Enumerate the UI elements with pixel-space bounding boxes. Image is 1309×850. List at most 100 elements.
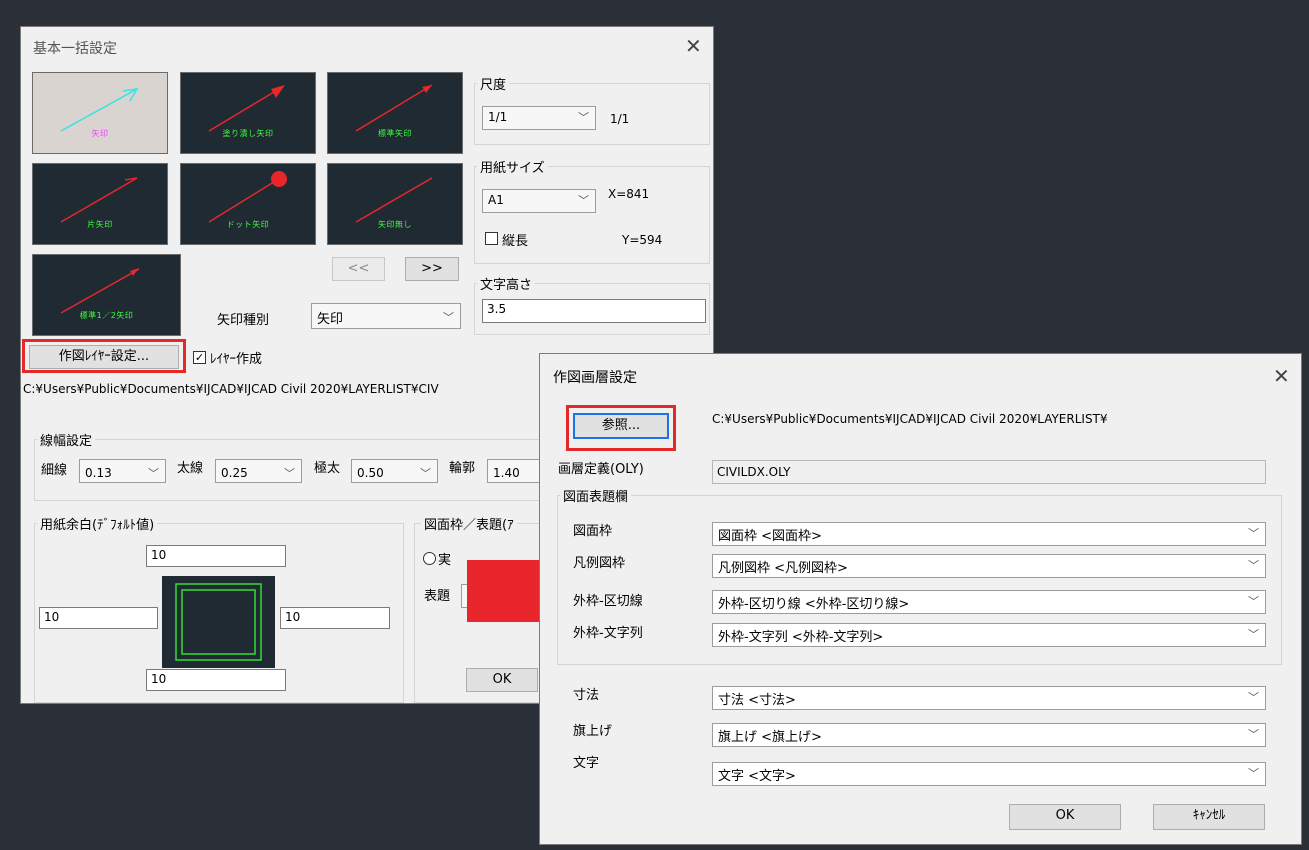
chevron-down-icon: ﹀	[1248, 559, 1259, 572]
arrow-type-select[interactable]: 矢印 ﹀	[311, 303, 461, 329]
arrow-thumb-label: ドット矢印	[226, 220, 270, 229]
scale-group-label: 尺度	[477, 74, 510, 93]
chevron-down-icon: ﹀	[284, 467, 295, 480]
close-icon[interactable]: ✕	[685, 36, 702, 56]
margin-left-input[interactable]: 10	[39, 607, 158, 629]
frame-preview-icon	[175, 583, 262, 661]
extra-thick-label: 極太	[314, 461, 341, 476]
paper-y-value: Y=594	[622, 233, 663, 247]
chevron-down-icon: ﹀	[443, 311, 454, 324]
margin-top-input[interactable]: 10	[146, 545, 286, 567]
frame-radio[interactable]	[423, 552, 436, 565]
browse-button[interactable]: 参照...	[573, 413, 669, 439]
no-arrow-icon	[355, 177, 433, 223]
select-value: A1	[488, 193, 504, 207]
chevron-down-icon: ﹀	[578, 111, 589, 124]
chevron-down-icon: ﹀	[1248, 767, 1259, 780]
row-label-outer-text: 外枠-文字列	[573, 626, 643, 641]
margin-right-input[interactable]: 10	[280, 607, 390, 629]
arrow-thumb-label: 塗り潰し矢印	[222, 129, 274, 138]
thick-line-label: 太線	[177, 461, 204, 476]
select-value: 矢印	[317, 312, 344, 327]
layer-create-checkbox[interactable]: ✓	[193, 351, 206, 364]
thick-line-select[interactable]: 0.25 ﹀	[215, 459, 302, 483]
paper-size-group-label: 用紙サイズ	[477, 157, 548, 176]
chevron-down-icon: ﹀	[148, 467, 159, 480]
chevron-down-icon: ﹀	[1248, 728, 1259, 741]
select-value: 0.13	[85, 466, 112, 480]
outline-label: 輪郭	[449, 461, 476, 476]
chevron-down-icon: ﹀	[420, 467, 431, 480]
arrow-thumb-label: 矢印	[91, 129, 109, 138]
outline-select[interactable]: 1.40	[487, 459, 547, 483]
paper-margin-preview	[162, 576, 275, 668]
layer-path-text: C:¥Users¥Public¥Documents¥IJCAD¥IJCAD Ci…	[23, 382, 439, 396]
ok-button[interactable]: OK	[1009, 804, 1121, 830]
select-value: 1/1	[488, 110, 508, 124]
select-value: 外枠-文字列 <外枠-文字列>	[718, 630, 884, 645]
arrow-thumb-standard-half[interactable]: 標準1／2矢印	[32, 254, 181, 336]
chevron-down-icon: ﹀	[1248, 595, 1259, 608]
arrow-thumb-none[interactable]: 矢印無し	[327, 163, 463, 245]
dimension-select[interactable]: 寸法 <寸法> ﹀	[712, 686, 1266, 710]
text-height-input[interactable]: 3.5	[482, 299, 706, 323]
row-label-text: 文字	[573, 756, 600, 771]
title-block-group-label: 図面表題欄	[560, 486, 632, 505]
select-value: 凡例図枠 <凡例図枠>	[718, 561, 848, 576]
paper-size-select[interactable]: A1 ﹀	[482, 189, 596, 213]
flag-select[interactable]: 旗上げ <旗上げ> ﹀	[712, 723, 1266, 747]
ok-button[interactable]: OK	[466, 668, 538, 692]
line-width-group-label: 線幅設定	[37, 430, 96, 449]
outer-divider-select[interactable]: 外枠-区切り線 <外枠-区切り線> ﹀	[712, 590, 1266, 614]
input-value: 10	[44, 610, 60, 624]
layer-dialog: 作図画層設定 ✕ 参照... C:¥Users¥Public¥Documents…	[539, 353, 1302, 845]
select-value: 文字 <文字>	[718, 769, 796, 784]
row-label-dimension: 寸法	[573, 688, 600, 703]
drawing-frame-select[interactable]: 図面枠 <図面枠> ﹀	[712, 522, 1266, 546]
arrow-thumb-standard[interactable]: 標準矢印	[327, 72, 463, 154]
cancel-button[interactable]: ｷｬﾝｾﾙ	[1153, 804, 1265, 830]
margin-bottom-input[interactable]: 10	[146, 669, 286, 691]
arrow-thumb-half[interactable]: 片矢印	[32, 163, 168, 245]
half-arrow-icon	[60, 177, 138, 223]
portrait-label: 縦長	[502, 234, 529, 249]
close-icon[interactable]: ✕	[1273, 366, 1290, 386]
row-label-drawing-frame: 図面枠	[573, 524, 613, 539]
arrow-type-label: 矢印種別	[217, 313, 270, 328]
dialog-title: 基本一括設定	[33, 41, 117, 57]
outer-text-select[interactable]: 外枠-文字列 <外枠-文字列> ﹀	[712, 623, 1266, 647]
input-value: 10	[151, 548, 167, 562]
input-value: 10	[151, 672, 167, 686]
portrait-checkbox[interactable]	[485, 232, 498, 245]
next-page-button[interactable]: >>	[405, 257, 459, 281]
dialog-title: 作図画層設定	[553, 370, 637, 386]
arrow-thumb-filled[interactable]: 塗り潰し矢印	[180, 72, 316, 154]
row-label-outer-divider: 外枠-区切線	[573, 594, 643, 609]
chevron-down-icon: ﹀	[1248, 527, 1259, 540]
chevron-down-icon: ﹀	[1248, 691, 1259, 704]
arrow-thumb-label: 標準1／2矢印	[79, 311, 134, 320]
select-value: 外枠-区切り線 <外枠-区切り線>	[718, 597, 910, 612]
arrow-preview-icon	[60, 88, 139, 132]
legend-frame-select[interactable]: 凡例図枠 <凡例図枠> ﹀	[712, 554, 1266, 578]
chevron-down-icon: ﹀	[1248, 628, 1259, 641]
frame-radio-label: 実	[438, 553, 452, 568]
row-label-legend-frame: 凡例図枠	[573, 556, 626, 571]
extra-thick-select[interactable]: 0.50 ﹀	[351, 459, 438, 483]
scale-select[interactable]: 1/1 ﹀	[482, 106, 596, 130]
paper-size-group	[474, 166, 710, 264]
prev-page-button[interactable]: <<	[332, 257, 385, 281]
fine-line-select[interactable]: 0.13 ﹀	[79, 459, 166, 483]
layer-def-field[interactable]: CIVILDX.OLY	[712, 460, 1266, 484]
arrow-thumb-label: 矢印無し	[378, 220, 412, 229]
layer-settings-button[interactable]: 作図ﾚｲﾔｰ設定...	[29, 345, 179, 369]
text-select[interactable]: 文字 <文字> ﹀	[712, 762, 1266, 786]
select-value: 旗上げ <旗上げ>	[718, 730, 822, 745]
standard-half-arrow-icon	[60, 268, 140, 314]
layer-create-label: ﾚｲﾔｰ作成	[210, 352, 263, 367]
arrow-thumb-dot[interactable]: ドット矢印	[180, 163, 316, 245]
layer-def-value: CIVILDX.OLY	[717, 465, 791, 479]
arrow-thumb-label: 標準矢印	[378, 129, 412, 138]
select-value: 0.25	[221, 466, 248, 480]
arrow-thumb-arrow[interactable]: 矢印	[32, 72, 168, 154]
